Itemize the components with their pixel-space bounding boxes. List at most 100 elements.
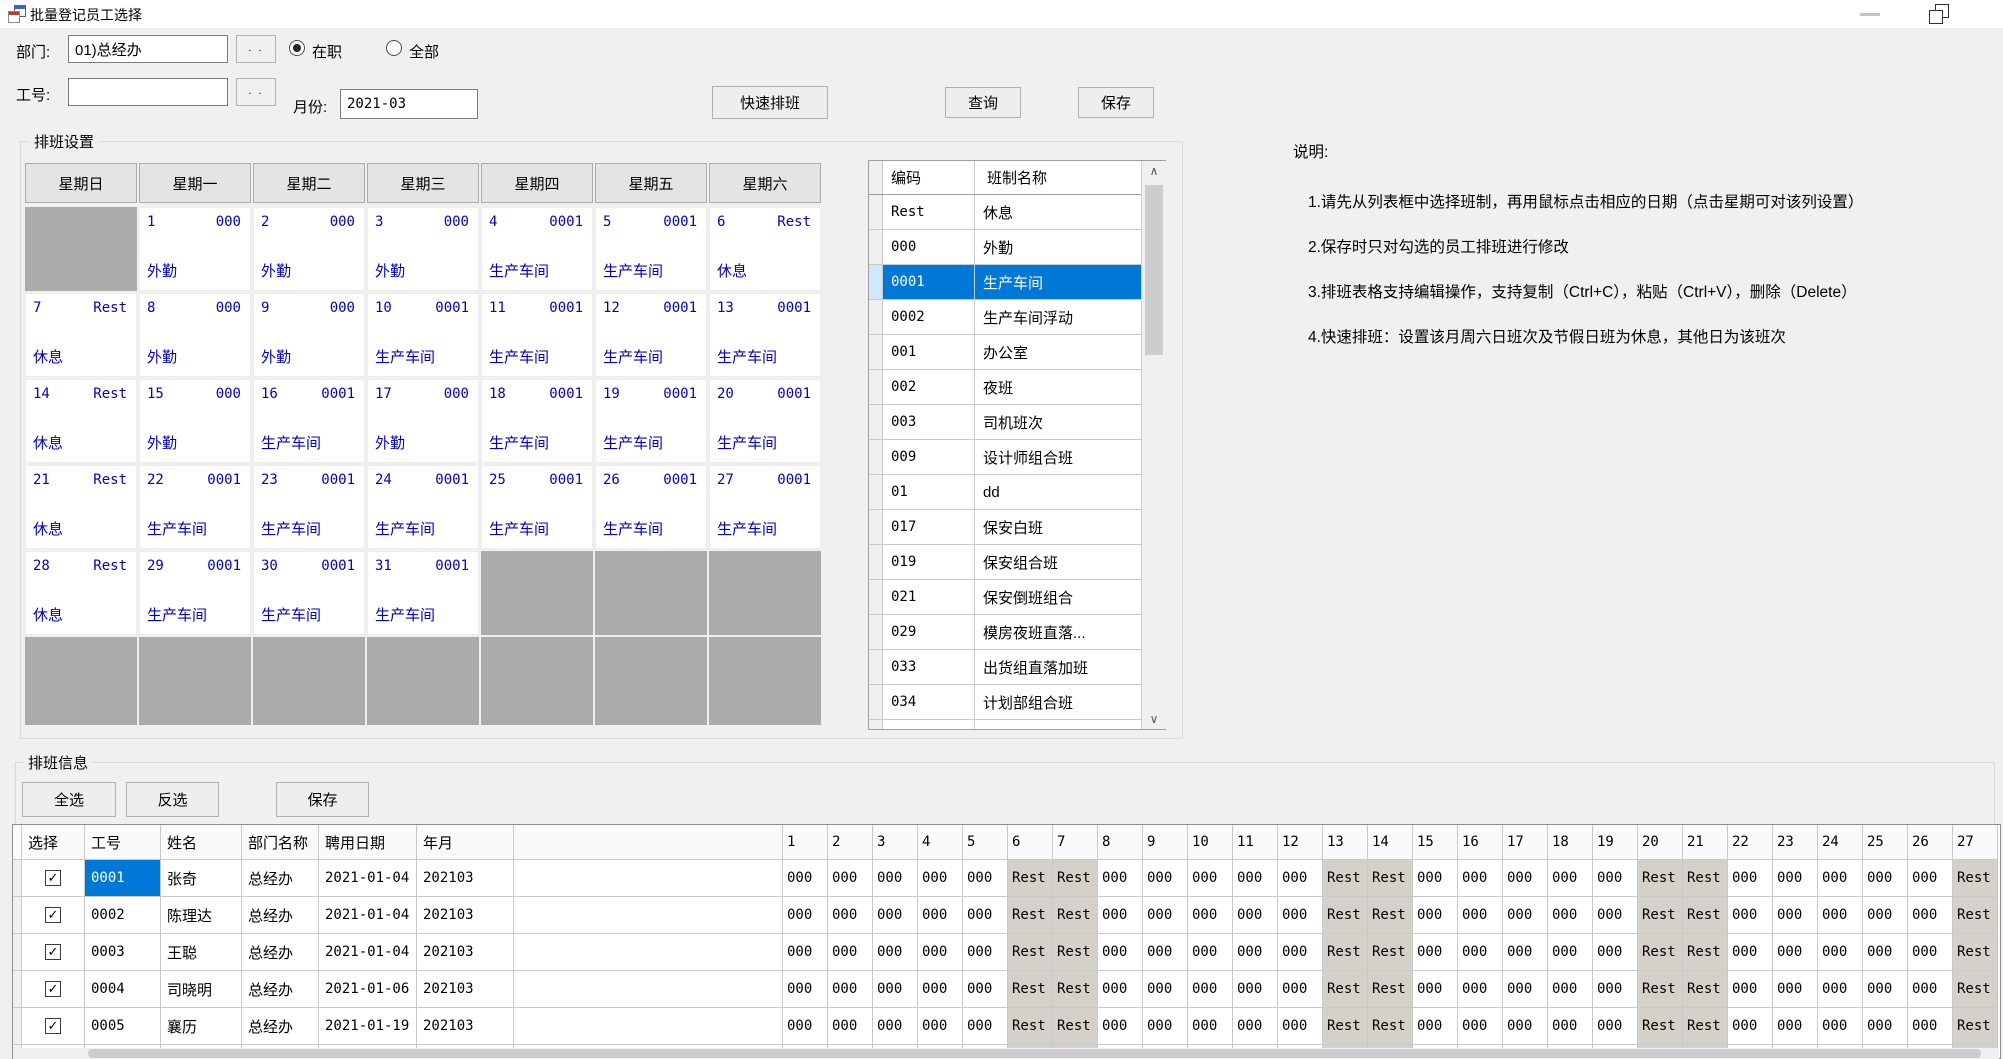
horizontal-scrollbar[interactable] bbox=[13, 1048, 1999, 1059]
day-value-cell[interactable]: 000 bbox=[1143, 971, 1188, 1008]
day-value-cell[interactable]: Rest bbox=[1638, 860, 1683, 897]
day-value-cell[interactable]: 000 bbox=[1458, 860, 1503, 897]
day-value-cell[interactable]: Rest bbox=[1008, 971, 1053, 1008]
day-value-cell[interactable]: 000 bbox=[1503, 1008, 1548, 1045]
day-value-cell[interactable]: 000 bbox=[1593, 1008, 1638, 1045]
name-cell[interactable]: 陈理达 bbox=[161, 897, 242, 934]
day-value-cell[interactable]: 000 bbox=[1278, 971, 1323, 1008]
hire-date-cell[interactable]: 2021-01-04 bbox=[319, 897, 417, 934]
shift-row-selector[interactable] bbox=[869, 230, 883, 264]
hire-date-cell[interactable]: 2021-01-19 bbox=[319, 1008, 417, 1045]
shift-list-row[interactable]: 003司机班次 bbox=[869, 405, 1165, 440]
day-value-cell[interactable]: 000 bbox=[873, 971, 918, 1008]
day-value-cell[interactable]: 000 bbox=[828, 860, 873, 897]
empno-cell[interactable]: 0002 bbox=[85, 897, 161, 934]
scroll-down-icon[interactable]: ∨ bbox=[1142, 709, 1166, 729]
day-value-cell[interactable]: Rest bbox=[1008, 860, 1053, 897]
day-value-cell[interactable]: 000 bbox=[963, 860, 1008, 897]
row-selector[interactable] bbox=[13, 860, 22, 897]
shift-row-selector[interactable] bbox=[869, 475, 883, 509]
shift-list-row[interactable]: 035出货组加班 bbox=[869, 720, 1165, 730]
name-cell[interactable]: 襄历 bbox=[161, 1008, 242, 1045]
day-value-cell[interactable]: 000 bbox=[1098, 1008, 1143, 1045]
day-value-cell[interactable]: 000 bbox=[1728, 971, 1773, 1008]
calendar-weekday-header-cell[interactable]: 星期三 bbox=[367, 163, 479, 203]
yearmonth-cell[interactable]: 202103 bbox=[417, 971, 514, 1008]
day-value-cell[interactable]: 000 bbox=[1818, 971, 1863, 1008]
calendar-cell[interactable]: 17000外勤 bbox=[367, 379, 479, 463]
day-value-cell[interactable]: 000 bbox=[1863, 860, 1908, 897]
day-value-cell[interactable]: Rest bbox=[1323, 860, 1368, 897]
day-value-cell[interactable]: 000 bbox=[1413, 971, 1458, 1008]
day-value-cell[interactable]: Rest bbox=[1008, 897, 1053, 934]
checkbox-cell[interactable]: ✓ bbox=[22, 1008, 85, 1045]
name-cell[interactable]: 司晓明 bbox=[161, 971, 242, 1008]
day-value-cell[interactable]: 000 bbox=[873, 934, 918, 971]
day-value-cell[interactable]: Rest bbox=[1368, 860, 1413, 897]
day-value-cell[interactable]: 000 bbox=[1773, 971, 1818, 1008]
day-value-cell[interactable]: 000 bbox=[1278, 897, 1323, 934]
day-value-cell[interactable]: Rest bbox=[1323, 1008, 1368, 1045]
query-button[interactable]: 查询 bbox=[945, 87, 1021, 118]
day-value-cell[interactable]: 000 bbox=[1593, 897, 1638, 934]
day-value-cell[interactable]: Rest bbox=[1953, 1008, 1998, 1045]
calendar-cell[interactable]: 230001生产车间 bbox=[253, 465, 365, 549]
day-value-cell[interactable]: 000 bbox=[1233, 971, 1278, 1008]
name-cell[interactable]: 张奇 bbox=[161, 860, 242, 897]
shift-list-row[interactable]: 002夜班 bbox=[869, 370, 1165, 405]
day-value-cell[interactable]: 000 bbox=[1278, 1008, 1323, 1045]
day-value-cell[interactable]: 000 bbox=[1593, 860, 1638, 897]
calendar-cell[interactable]: 250001生产车间 bbox=[481, 465, 593, 549]
dept-cell[interactable]: 总经办 bbox=[242, 897, 319, 934]
yearmonth-cell[interactable]: 202103 bbox=[417, 1008, 514, 1045]
day-value-cell[interactable]: 000 bbox=[1773, 934, 1818, 971]
shift-list-row[interactable]: 009设计师组合班 bbox=[869, 440, 1165, 475]
day-value-cell[interactable]: Rest bbox=[1953, 934, 1998, 971]
shift-list-row[interactable]: 019保安组合班 bbox=[869, 545, 1165, 580]
calendar-cell[interactable]: 310001生产车间 bbox=[367, 551, 479, 635]
day-value-cell[interactable]: 000 bbox=[1098, 860, 1143, 897]
day-value-cell[interactable]: 000 bbox=[1413, 1008, 1458, 1045]
day-value-cell[interactable]: Rest bbox=[1323, 897, 1368, 934]
empno-input[interactable] bbox=[68, 78, 228, 106]
dept-cell[interactable]: 总经办 bbox=[242, 971, 319, 1008]
day-value-cell[interactable]: 000 bbox=[783, 860, 828, 897]
day-value-cell[interactable]: 000 bbox=[1863, 897, 1908, 934]
day-value-cell[interactable]: 000 bbox=[1548, 897, 1593, 934]
shift-list-row[interactable]: 034计划部组合班 bbox=[869, 685, 1165, 720]
day-value-cell[interactable]: 000 bbox=[918, 934, 963, 971]
dept-input[interactable]: 01)总经办 bbox=[68, 35, 228, 63]
hire-date-cell[interactable]: 2021-01-04 bbox=[319, 934, 417, 971]
day-value-cell[interactable]: Rest bbox=[1638, 934, 1683, 971]
day-value-cell[interactable]: 000 bbox=[1458, 934, 1503, 971]
shift-row-selector[interactable] bbox=[869, 370, 883, 404]
calendar-weekday-header-cell[interactable]: 星期二 bbox=[253, 163, 365, 203]
day-value-cell[interactable]: 000 bbox=[1908, 897, 1953, 934]
calendar-weekday-header-cell[interactable]: 星期四 bbox=[481, 163, 593, 203]
day-value-cell[interactable]: 000 bbox=[1548, 1008, 1593, 1045]
calendar-cell[interactable]: 8000外勤 bbox=[139, 293, 251, 377]
day-value-cell[interactable]: 000 bbox=[1908, 860, 1953, 897]
row-selector[interactable] bbox=[13, 1008, 22, 1045]
day-value-cell[interactable]: 000 bbox=[783, 934, 828, 971]
empno-browse-button[interactable]: . . bbox=[236, 78, 276, 106]
day-value-cell[interactable]: 000 bbox=[1098, 897, 1143, 934]
day-value-cell[interactable]: Rest bbox=[1638, 897, 1683, 934]
day-value-cell[interactable]: 000 bbox=[918, 1008, 963, 1045]
day-value-cell[interactable]: 000 bbox=[1233, 934, 1278, 971]
day-value-cell[interactable]: Rest bbox=[1008, 1008, 1053, 1045]
day-value-cell[interactable]: 000 bbox=[1503, 934, 1548, 971]
day-value-cell[interactable]: Rest bbox=[1053, 897, 1098, 934]
calendar-cell[interactable]: 270001生产车间 bbox=[709, 465, 821, 549]
calendar-cell[interactable]: 130001生产车间 bbox=[709, 293, 821, 377]
day-value-cell[interactable]: Rest bbox=[1683, 1008, 1728, 1045]
day-value-cell[interactable]: 000 bbox=[1188, 934, 1233, 971]
day-value-cell[interactable]: 000 bbox=[1908, 934, 1953, 971]
day-value-cell[interactable]: 000 bbox=[1863, 934, 1908, 971]
day-value-cell[interactable]: Rest bbox=[1323, 971, 1368, 1008]
hire-date-cell[interactable]: 2021-01-06 bbox=[319, 971, 417, 1008]
calendar-cell[interactable]: 21Rest休息 bbox=[25, 465, 137, 549]
shift-list-row[interactable]: 017保安白班 bbox=[869, 510, 1165, 545]
calendar-cell[interactable]: 260001生产车间 bbox=[595, 465, 707, 549]
hire-date-cell[interactable]: 2021-01-04 bbox=[319, 860, 417, 897]
